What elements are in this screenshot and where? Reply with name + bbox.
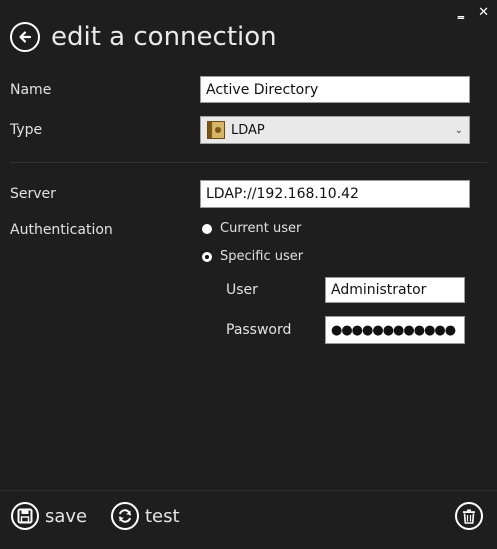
save-button[interactable]: save — [11, 502, 87, 530]
authentication-label: Authentication — [10, 222, 113, 238]
radio-indicator — [202, 223, 212, 234]
chevron-down-icon: ⌄ — [454, 124, 463, 136]
save-icon — [11, 502, 39, 530]
type-select[interactable]: LDAP ⌄ — [200, 116, 470, 144]
user-label: User — [226, 282, 258, 298]
footer-divider — [0, 490, 497, 491]
user-input[interactable]: Administrator — [325, 277, 465, 303]
type-select-value: LDAP — [231, 122, 265, 138]
radio-current-user[interactable]: Current user — [202, 221, 301, 236]
server-input[interactable]: LDAP://192.168.10.42 — [200, 180, 470, 208]
refresh-icon — [111, 502, 139, 530]
server-input-value: LDAP://192.168.10.42 — [206, 186, 359, 202]
name-label: Name — [10, 82, 52, 98]
name-input[interactable]: Active Directory — [200, 76, 470, 103]
radio-specific-user[interactable]: Specific user — [202, 249, 303, 264]
user-input-value: Administrator — [331, 282, 427, 298]
test-button[interactable]: test — [111, 502, 180, 530]
save-label: save — [45, 505, 88, 527]
radio-specific-user-label: Specific user — [220, 249, 304, 264]
radio-indicator-selected — [202, 251, 212, 262]
trash-icon — [455, 502, 483, 530]
page-title: edit a connection — [51, 22, 277, 52]
section-divider — [10, 162, 487, 163]
password-input-value: ●●●●●●●●●●●● — [331, 322, 456, 338]
password-label: Password — [226, 322, 292, 338]
back-button[interactable] — [10, 22, 40, 52]
close-button[interactable]: ✕ — [478, 6, 489, 20]
password-input[interactable]: ●●●●●●●●●●●● — [325, 316, 465, 344]
header: edit a connection — [10, 22, 277, 52]
server-label: Server — [10, 186, 56, 202]
test-label: test — [145, 505, 180, 527]
name-input-value: Active Directory — [206, 81, 319, 98]
minimize-button[interactable]: ‗ — [458, 6, 465, 20]
radio-current-user-label: Current user — [220, 221, 302, 236]
back-arrow-icon — [19, 31, 32, 43]
delete-button[interactable] — [455, 502, 483, 530]
address-book-icon — [207, 121, 225, 139]
window-controls: ‗ ✕ — [458, 6, 489, 20]
type-label: Type — [10, 122, 43, 138]
